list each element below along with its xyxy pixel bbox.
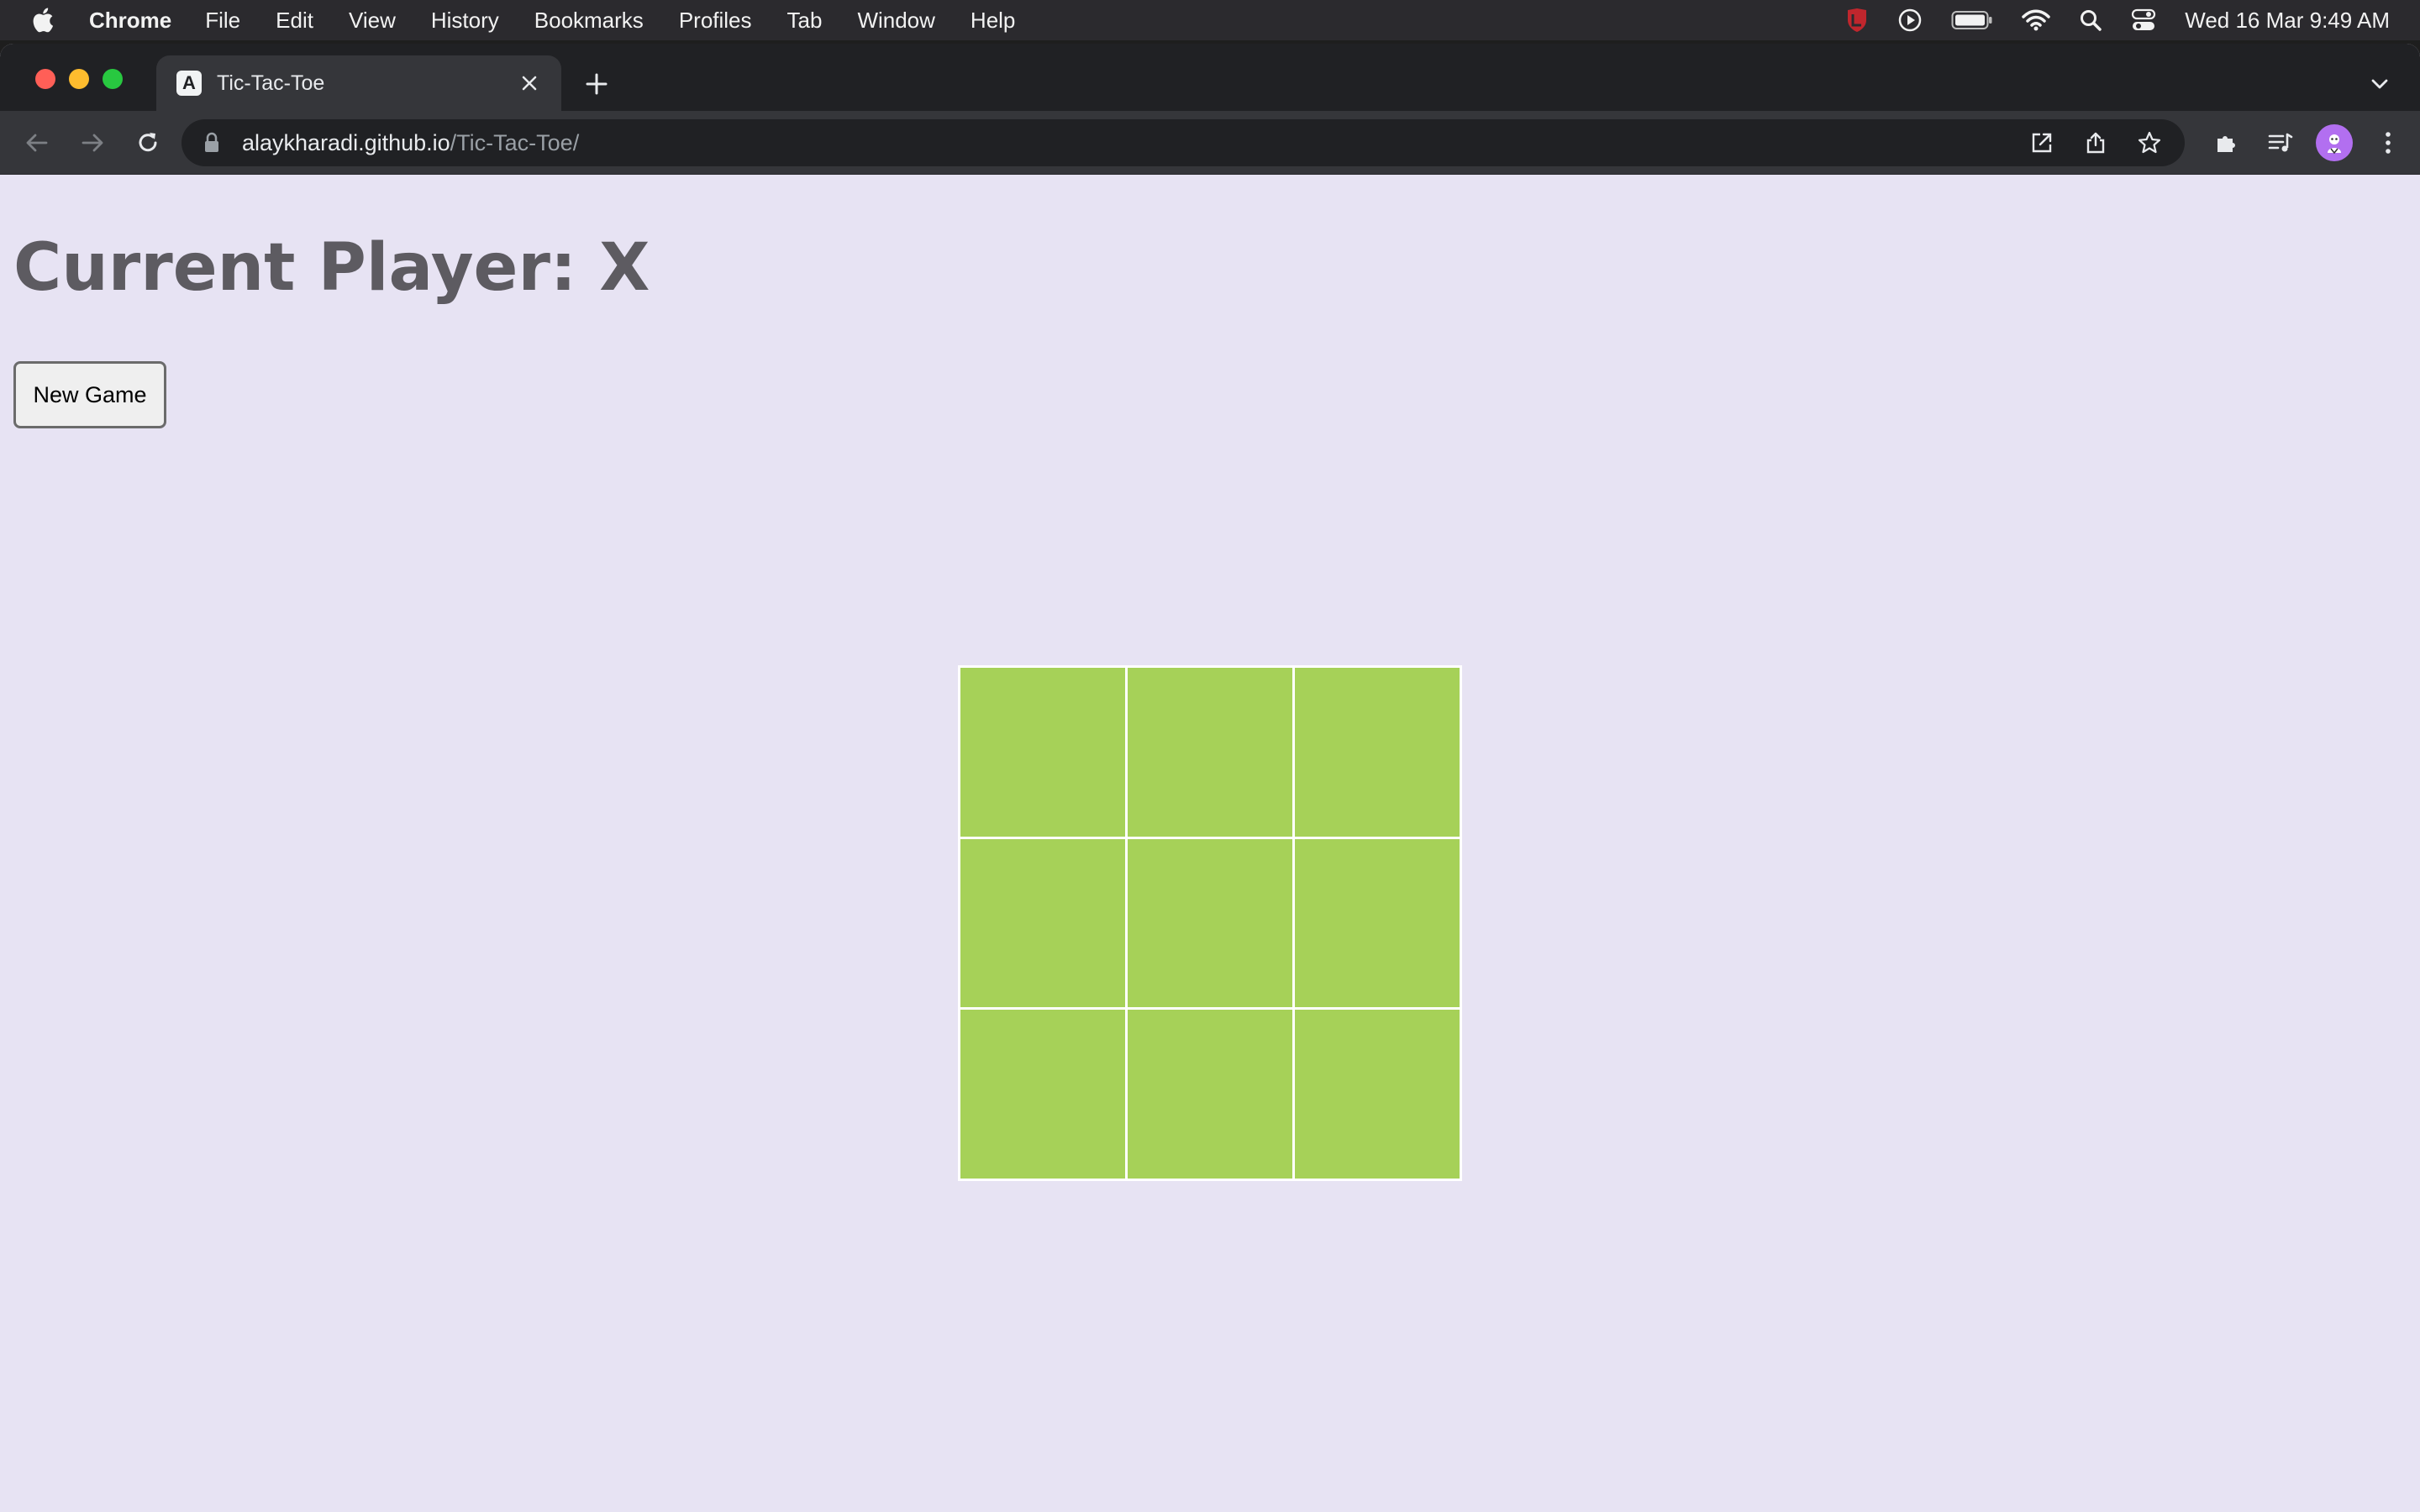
menu-history[interactable]: History — [431, 8, 499, 34]
board-cell-7[interactable] — [960, 1010, 1125, 1179]
profile-avatar[interactable] — [2314, 123, 2354, 163]
macos-menu-bar: Chrome File Edit View History Bookmarks … — [0, 0, 2420, 40]
security-shield-icon[interactable] — [1845, 8, 1869, 33]
tab-title: Tic-Tac-Toe — [217, 71, 325, 95]
spotlight-search-icon[interactable] — [2079, 8, 2102, 32]
url-host: alaykharadi.github.io — [242, 129, 450, 155]
profile-avatar-icon — [2316, 124, 2353, 161]
web-page: Current Player: X New Game — [0, 175, 2420, 1512]
extensions-puzzle-icon[interactable] — [2207, 123, 2247, 163]
share-icon[interactable] — [2077, 124, 2114, 161]
toolbar-right-actions — [2193, 111, 2408, 175]
apple-logo-icon[interactable] — [30, 6, 59, 34]
board-cell-1[interactable] — [960, 668, 1125, 837]
browser-menu-kebab-icon[interactable] — [2368, 123, 2408, 163]
zoom-window-button[interactable] — [103, 69, 123, 89]
open-in-new-window-icon[interactable] — [2023, 124, 2060, 161]
reading-list-icon[interactable] — [2260, 123, 2301, 163]
board-cell-2[interactable] — [1128, 668, 1292, 837]
menu-profiles[interactable]: Profiles — [679, 8, 752, 34]
menu-file[interactable]: File — [205, 8, 240, 34]
control-center-icon[interactable] — [2131, 8, 2156, 32]
back-arrow-icon[interactable] — [17, 123, 57, 163]
reload-icon[interactable] — [128, 123, 168, 163]
browser-toolbar: alaykharadi.github.io/Tic-Tac-Toe/ — [0, 111, 2420, 175]
current-player-heading: Current Player: X — [13, 230, 650, 306]
battery-icon[interactable] — [1951, 10, 1993, 30]
tab-search-chevron-down-icon[interactable] — [2365, 69, 2395, 99]
menu-window[interactable]: Window — [857, 8, 934, 34]
play-circle-icon[interactable] — [1897, 8, 1923, 33]
lock-icon[interactable] — [203, 131, 224, 155]
menu-app-name[interactable]: Chrome — [89, 8, 171, 34]
menu-help[interactable]: Help — [971, 8, 1015, 34]
menu-view[interactable]: View — [349, 8, 396, 34]
address-bar-actions — [2007, 119, 2168, 166]
wifi-icon[interactable] — [2022, 9, 2050, 31]
tab-tic-tac-toe[interactable]: A Tic-Tac-Toe — [156, 55, 561, 111]
board-cell-5[interactable] — [1128, 838, 1292, 1008]
close-window-button[interactable] — [35, 69, 55, 89]
minimize-window-button[interactable] — [69, 69, 89, 89]
board-cell-6[interactable] — [1295, 838, 1460, 1008]
board-cell-4[interactable] — [960, 838, 1125, 1008]
tab-strip: A Tic-Tac-Toe — [0, 44, 2420, 111]
menu-bar-status-area: Wed 16 Mar 9:49 AM — [1817, 0, 2390, 40]
board-cell-9[interactable] — [1295, 1010, 1460, 1179]
board-cell-3[interactable] — [1295, 668, 1460, 837]
menu-bar-clock[interactable]: Wed 16 Mar 9:49 AM — [2185, 8, 2390, 34]
menu-bookmarks[interactable]: Bookmarks — [534, 8, 644, 34]
forward-arrow-icon[interactable] — [72, 123, 113, 163]
menu-tab[interactable]: Tab — [787, 8, 823, 34]
url-path: /Tic-Tac-Toe/ — [450, 129, 580, 155]
new-tab-plus-icon[interactable] — [578, 66, 615, 102]
board-cell-8[interactable] — [1128, 1010, 1292, 1179]
tic-tac-toe-board — [958, 665, 1462, 1181]
close-tab-icon[interactable] — [514, 68, 544, 98]
window-controls — [35, 69, 136, 89]
browser-window: A Tic-Tac-Toe alaykharadi.github.io /Tic… — [0, 44, 2420, 1512]
favicon-icon: A — [176, 71, 202, 96]
new-game-button[interactable]: New Game — [13, 361, 166, 428]
address-bar[interactable]: alaykharadi.github.io/Tic-Tac-Toe/ — [182, 119, 2185, 166]
menu-edit[interactable]: Edit — [276, 8, 313, 34]
bookmark-star-icon[interactable] — [2131, 124, 2168, 161]
